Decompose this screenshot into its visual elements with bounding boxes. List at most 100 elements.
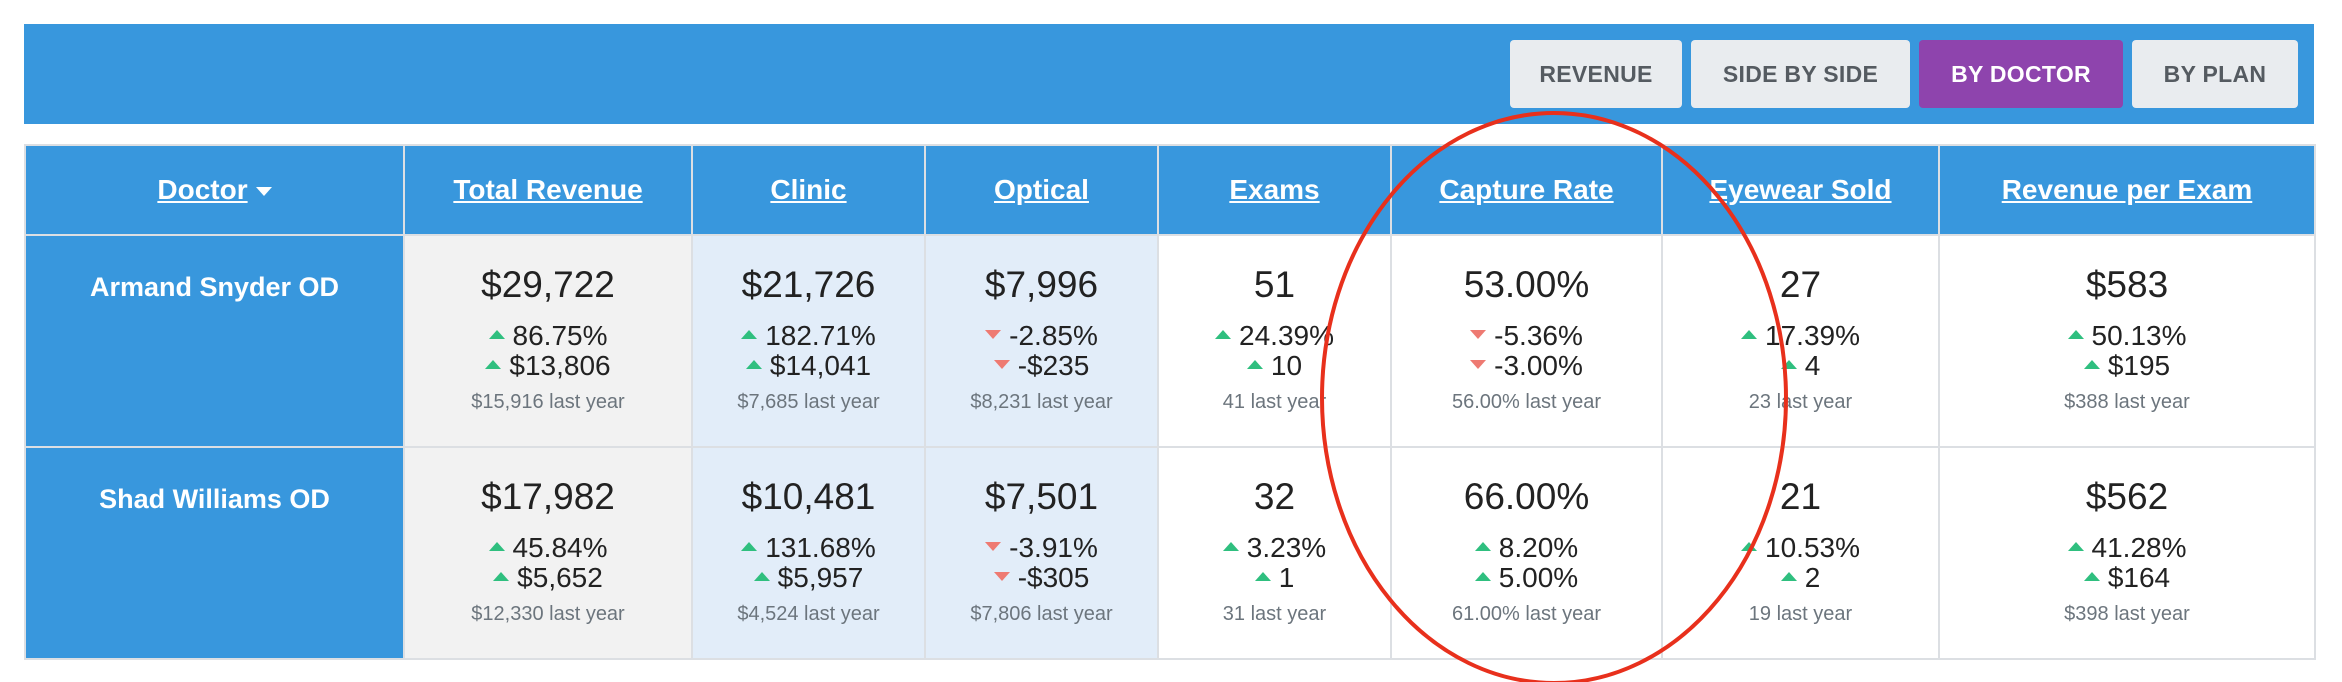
sort-link-optical[interactable]: Optical xyxy=(994,174,1089,205)
percent-change-value: -5.36% xyxy=(1494,320,1583,351)
metric-cell-content: 53.00% -5.36% -3.00% 56.00% last year xyxy=(1392,236,1661,414)
absolute-change-value: 4 xyxy=(1804,350,1821,381)
optical-cell: $7,996 -2.85% -$235 $8,231 last year xyxy=(924,234,1159,448)
table-row: Armand Snyder OD $29,722 86.75% $13,806 $15,… xyxy=(24,234,2316,448)
metric-value: $21,726 xyxy=(741,264,876,305)
percent-change-value: 41.28% xyxy=(2091,532,2187,563)
metric-value: $562 xyxy=(2085,476,2169,517)
column-header-capture-rate: Capture Rate xyxy=(1390,144,1663,236)
percent-change: 41.28% xyxy=(1940,533,2314,563)
trend-up-icon xyxy=(1780,360,1797,370)
column-header-total-revenue: Total Revenue xyxy=(403,144,693,236)
percent-change-value: 86.75% xyxy=(512,320,608,351)
table-body: Armand Snyder OD $29,722 86.75% $13,806 $15,… xyxy=(24,234,2316,660)
sort-link-doctor[interactable]: Doctor xyxy=(157,174,247,205)
last-year-value: $7,806 last year xyxy=(970,603,1113,625)
percent-change-value: 50.13% xyxy=(2091,320,2187,351)
clinic-cell: $10,481 131.68% $5,957 $4,524 last year xyxy=(691,446,926,660)
absolute-change: $5,957 xyxy=(693,563,924,593)
sort-caret-icon[interactable] xyxy=(255,187,272,197)
metric-value: 51 xyxy=(1253,264,1296,305)
by-plan-view-button[interactable]: BY PLAN xyxy=(2132,40,2298,108)
column-header-doctor: Doctor xyxy=(24,144,405,236)
metric-value: $29,722 xyxy=(481,264,615,305)
absolute-change-value: 10 xyxy=(1270,350,1303,381)
percent-change-value: 8.20% xyxy=(1498,532,1579,563)
percent-change: 3.23% xyxy=(1159,533,1390,563)
metric-cell-content: 51 24.39% 10 41 last year xyxy=(1159,236,1390,414)
absolute-change: 1 xyxy=(1159,563,1390,593)
sort-link-eyewear-sold[interactable]: Eyewear Sold xyxy=(1709,174,1891,205)
trend-down-icon xyxy=(1470,360,1487,370)
absolute-change-value: $14,041 xyxy=(769,350,872,381)
percent-change: 50.13% xyxy=(1940,321,2314,351)
percent-change-value: 131.68% xyxy=(765,532,876,563)
absolute-change: 4 xyxy=(1663,351,1938,381)
absolute-change-value: 1 xyxy=(1278,562,1295,593)
percent-change: 182.71% xyxy=(693,321,924,351)
metric-value: 27 xyxy=(1779,264,1822,305)
absolute-change: $5,652 xyxy=(405,563,691,593)
column-header-optical: Optical xyxy=(924,144,1159,236)
revenue-view-button[interactable]: REVENUE xyxy=(1510,40,1682,108)
trend-down-icon xyxy=(993,572,1010,582)
absolute-change-value: $5,957 xyxy=(777,562,864,593)
trend-up-icon xyxy=(745,360,762,370)
metric-cell-content: 21 10.53% 2 19 last year xyxy=(1663,448,1938,626)
last-year-value: 41 last year xyxy=(1222,391,1327,413)
trend-up-icon xyxy=(753,572,770,582)
table-header-row: Doctor Total Revenue Clinic Optical Exam… xyxy=(24,144,2316,236)
metric-cell-content: 32 3.23% 1 31 last year xyxy=(1159,448,1390,626)
absolute-change: -$305 xyxy=(926,563,1157,593)
metric-cell-content: $7,996 -2.85% -$235 $8,231 last year xyxy=(926,236,1157,414)
trend-up-icon xyxy=(1780,572,1797,582)
absolute-change-value: $13,806 xyxy=(509,350,611,381)
percent-change: -3.91% xyxy=(926,533,1157,563)
absolute-change: 5.00% xyxy=(1392,563,1661,593)
optical-cell: $7,501 -3.91% -$305 $7,806 last year xyxy=(924,446,1159,660)
percent-change-value: 10.53% xyxy=(1765,532,1860,563)
absolute-change: 2 xyxy=(1663,563,1938,593)
absolute-change: $14,041 xyxy=(693,351,924,381)
total-revenue-cell: $29,722 86.75% $13,806 $15,916 last year xyxy=(403,234,693,448)
trend-up-icon xyxy=(2083,360,2100,370)
revenue-per-exam-cell: $583 50.13% $195 $388 last year xyxy=(1938,234,2316,448)
absolute-change: -3.00% xyxy=(1392,351,1661,381)
trend-up-icon xyxy=(1741,330,1758,340)
by-doctor-view-button[interactable]: BY DOCTOR xyxy=(1919,40,2123,108)
last-year-value: $4,524 last year xyxy=(737,603,880,625)
percent-change-value: 45.84% xyxy=(512,532,608,563)
metric-value: 53.00% xyxy=(1463,264,1590,305)
absolute-change-value: -$235 xyxy=(1017,350,1090,381)
last-year-value: 61.00% last year xyxy=(1452,603,1601,625)
metric-cell-content: $10,481 131.68% $5,957 $4,524 last year xyxy=(693,448,924,626)
last-year-value: $8,231 last year xyxy=(970,391,1113,413)
sort-link-exams[interactable]: Exams xyxy=(1229,174,1319,205)
trend-up-icon xyxy=(488,542,505,552)
metric-cell-content: 66.00% 8.20% 5.00% 61.00% last year xyxy=(1392,448,1661,626)
sort-link-revenue-per-exam[interactable]: Revenue per Exam xyxy=(2002,174,2253,205)
column-header-exams: Exams xyxy=(1157,144,1392,236)
exams-cell: 51 24.39% 10 41 last year xyxy=(1157,234,1392,448)
sort-link-total-revenue[interactable]: Total Revenue xyxy=(453,174,642,205)
absolute-change-value: 2 xyxy=(1804,562,1821,593)
percent-change-value: -3.91% xyxy=(1009,532,1098,563)
metric-value: $7,996 xyxy=(984,264,1099,305)
absolute-change-value: $195 xyxy=(2107,350,2171,381)
percent-change: 17.39% xyxy=(1663,321,1938,351)
percent-change: 8.20% xyxy=(1392,533,1661,563)
percent-change-value: 24.39% xyxy=(1239,320,1334,351)
sort-link-capture-rate[interactable]: Capture Rate xyxy=(1439,174,1613,205)
metric-cell-content: $29,722 86.75% $13,806 $15,916 last year xyxy=(405,236,691,414)
trend-up-icon xyxy=(1474,572,1491,582)
doctor-name-cell: Armand Snyder OD xyxy=(24,234,405,448)
metric-cell-content: $562 41.28% $164 $398 last year xyxy=(1940,448,2314,626)
percent-change-value: 3.23% xyxy=(1246,532,1327,563)
side-by-side-view-button[interactable]: SIDE BY SIDE xyxy=(1691,40,1910,108)
trend-up-icon xyxy=(1254,572,1271,582)
sort-link-clinic[interactable]: Clinic xyxy=(770,174,846,205)
percent-change: 131.68% xyxy=(693,533,924,563)
metric-value: $7,501 xyxy=(984,476,1099,517)
doctor-name-cell: Shad Williams OD xyxy=(24,446,405,660)
trend-up-icon xyxy=(2083,572,2100,582)
